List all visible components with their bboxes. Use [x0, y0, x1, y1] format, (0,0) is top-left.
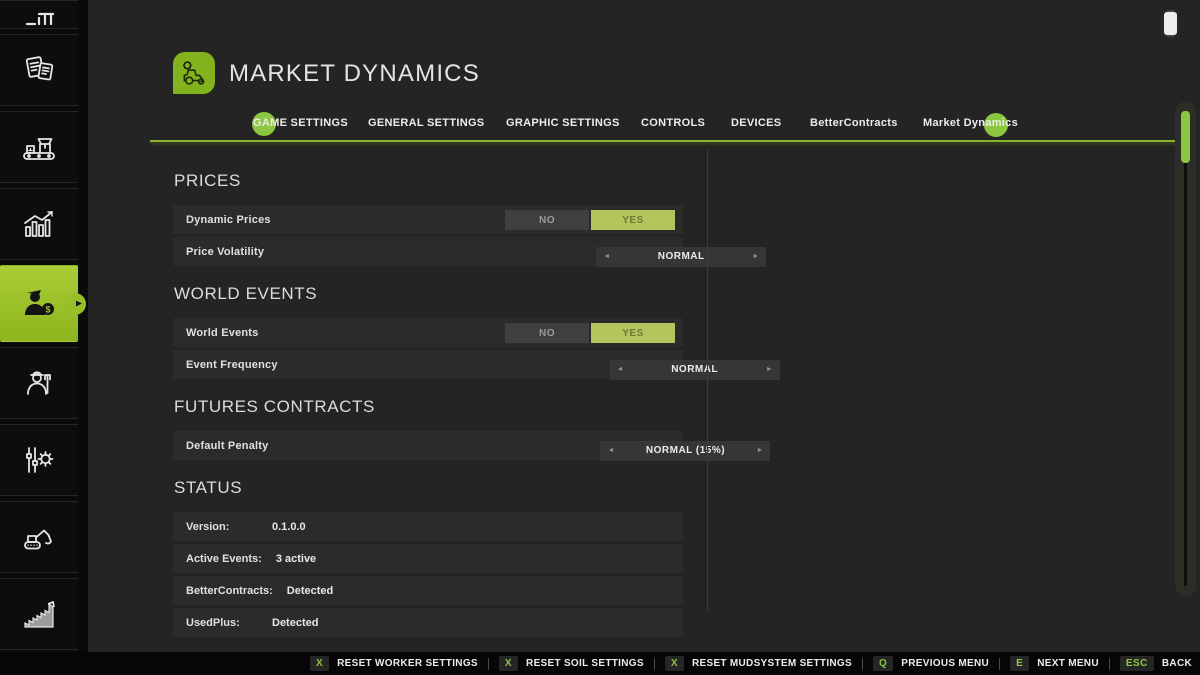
- selector-value: NORMAL (15%): [600, 445, 770, 456]
- tab-bar: GAME SETTINGS GENERAL SETTINGS GRAPHIC SET…: [0, 0, 1200, 145]
- tab-controls[interactable]: CONTROLS: [641, 117, 705, 129]
- sidebar-item-workers[interactable]: [0, 347, 78, 419]
- setting-label: World Events: [186, 327, 259, 339]
- status-value: Detected: [272, 617, 318, 629]
- section-world-events: WORLD EVENTS World Events NOYES Event Fre…: [173, 284, 683, 379]
- setting-label: Dynamic Prices: [186, 214, 271, 226]
- scrollbar-thumb[interactable]: [1181, 111, 1190, 163]
- tab-graphic-settings[interactable]: GRAPHIC SETTINGS: [506, 117, 620, 129]
- keybind-back[interactable]: ESC BACK: [1120, 656, 1192, 671]
- keybind-label: PREVIOUS MENU: [901, 658, 989, 669]
- toggle-option-no[interactable]: NO: [505, 323, 589, 343]
- section-prices: PRICES Dynamic Prices NOYES Price Volatil…: [173, 171, 683, 266]
- setting-label: Event Frequency: [186, 359, 278, 371]
- tab-devices[interactable]: DEVICES: [731, 117, 781, 129]
- section-title: PRICES: [174, 171, 683, 191]
- setting-label: Default Penalty: [186, 440, 268, 452]
- keybind-next-menu[interactable]: E NEXT MENU: [1010, 656, 1099, 671]
- status-label: Version:: [186, 521, 258, 533]
- toggle-option-no[interactable]: NO: [505, 210, 589, 230]
- keybind-label: RESET SOIL SETTINGS: [526, 658, 644, 669]
- column-divider: [707, 150, 708, 612]
- toggle-dynamic-prices[interactable]: NOYES: [505, 210, 675, 230]
- keybind-reset-mudsystem-settings[interactable]: X RESET MUDSYSTEM SETTINGS: [665, 656, 852, 671]
- svg-text:$: $: [45, 304, 50, 314]
- tab-market-dynamics[interactable]: Market Dynamics: [923, 117, 1018, 129]
- toggle-world-events[interactable]: NOYES: [505, 323, 675, 343]
- status-label: Active Events:: [186, 553, 262, 565]
- sliders-gear-icon: [19, 440, 59, 480]
- game-settings-screen: $ MARKET DYNAMICS GAME SETTINGSGENERAL S…: [0, 0, 1200, 675]
- keybind-separator: [862, 658, 863, 670]
- key-badge: X: [499, 656, 518, 671]
- keybind-reset-soil-settings[interactable]: X RESET SOIL SETTINGS: [499, 656, 644, 671]
- tab-game-settings[interactable]: GAME SETTINGS: [253, 117, 348, 129]
- keybind-label: BACK: [1162, 658, 1192, 669]
- key-badge: ESC: [1120, 656, 1154, 671]
- workers-icon: [19, 363, 59, 403]
- keybind-label: NEXT MENU: [1037, 658, 1099, 669]
- sidebar-item-construction[interactable]: [0, 501, 78, 573]
- toggle-option-yes[interactable]: YES: [591, 323, 675, 343]
- status-value: 0.1.0.0: [272, 521, 306, 533]
- sidebar-item-mod-settings[interactable]: [0, 424, 78, 496]
- status-label: BetterContracts:: [186, 585, 273, 597]
- selector-value: NORMAL: [596, 251, 766, 262]
- status-label: UsedPlus:: [186, 617, 258, 629]
- selector-event-frequency[interactable]: ◄ NORMAL ►: [610, 360, 780, 380]
- sidebar-item-terrain[interactable]: [0, 578, 78, 650]
- market-dynamics-icon: $: [18, 285, 60, 323]
- keybind-previous-menu[interactable]: Q PREVIOUS MENU: [873, 656, 989, 671]
- setting-row: Default Penalty ◄ NORMAL (15%) ►: [173, 431, 683, 460]
- section-title: WORLD EVENTS: [174, 284, 683, 304]
- setting-row: Price Volatility ◄ NORMAL ►: [173, 237, 683, 266]
- selector-price-volatility[interactable]: ◄ NORMAL ►: [596, 247, 766, 267]
- sidebar-item-statistics[interactable]: [0, 188, 78, 260]
- setting-row: Active Events: 3 active: [173, 544, 683, 573]
- setting-row: BetterContracts: Detected: [173, 576, 683, 605]
- settings-panel: PRICESDynamic Prices NOYES Price Volatil…: [173, 163, 683, 640]
- keybind-separator: [1109, 658, 1110, 670]
- status-value: Detected: [287, 585, 333, 597]
- status-value: 3 active: [276, 553, 316, 565]
- scrollbar[interactable]: [1175, 102, 1196, 596]
- section-futures-contracts: FUTURES CONTRACTS Default Penalty ◄ NORMA…: [173, 397, 683, 460]
- keybind-reset-worker-settings[interactable]: X RESET WORKER SETTINGS: [310, 656, 478, 671]
- key-badge: X: [310, 656, 329, 671]
- excavator-icon: [19, 517, 59, 557]
- section-title: FUTURES CONTRACTS: [174, 397, 683, 417]
- scrollbar-track[interactable]: [1184, 112, 1187, 586]
- setting-row: Version: 0.1.0.0: [173, 512, 683, 541]
- section-status: STATUS Version: 0.1.0.0 Active Events: 3 a…: [173, 478, 683, 637]
- active-pointer-icon: [76, 301, 82, 307]
- toggle-option-yes[interactable]: YES: [591, 210, 675, 230]
- key-badge: E: [1010, 656, 1029, 671]
- statistics-icon: [19, 204, 59, 244]
- keybind-label: RESET MUDSYSTEM SETTINGS: [692, 658, 852, 669]
- section-title: STATUS: [174, 478, 683, 498]
- sidebar-item-market-dynamics[interactable]: $: [0, 265, 78, 342]
- key-badge: X: [665, 656, 684, 671]
- keybind-separator: [654, 658, 655, 670]
- setting-row: UsedPlus: Detected: [173, 608, 683, 637]
- selector-default-penalty[interactable]: ◄ NORMAL (15%) ►: [600, 441, 770, 461]
- keybind-bar: X RESET WORKER SETTINGSX RESET SOIL SETT…: [0, 652, 1200, 675]
- setting-label: Price Volatility: [186, 246, 264, 258]
- terrain-chart-icon: [18, 597, 60, 631]
- key-badge: Q: [873, 656, 893, 671]
- setting-row: World Events NOYES: [173, 318, 683, 347]
- keybind-separator: [999, 658, 1000, 670]
- keybind-label: RESET WORKER SETTINGS: [337, 658, 478, 669]
- setting-row: Event Frequency ◄ NORMAL ►: [173, 350, 683, 379]
- tab-general-settings[interactable]: GENERAL SETTINGS: [368, 117, 484, 129]
- setting-row: Dynamic Prices NOYES: [173, 205, 683, 234]
- keybind-separator: [488, 658, 489, 670]
- tab-bettercontracts[interactable]: BetterContracts: [810, 117, 898, 129]
- tab-underline: [150, 140, 1190, 142]
- selector-value: NORMAL: [610, 364, 780, 375]
